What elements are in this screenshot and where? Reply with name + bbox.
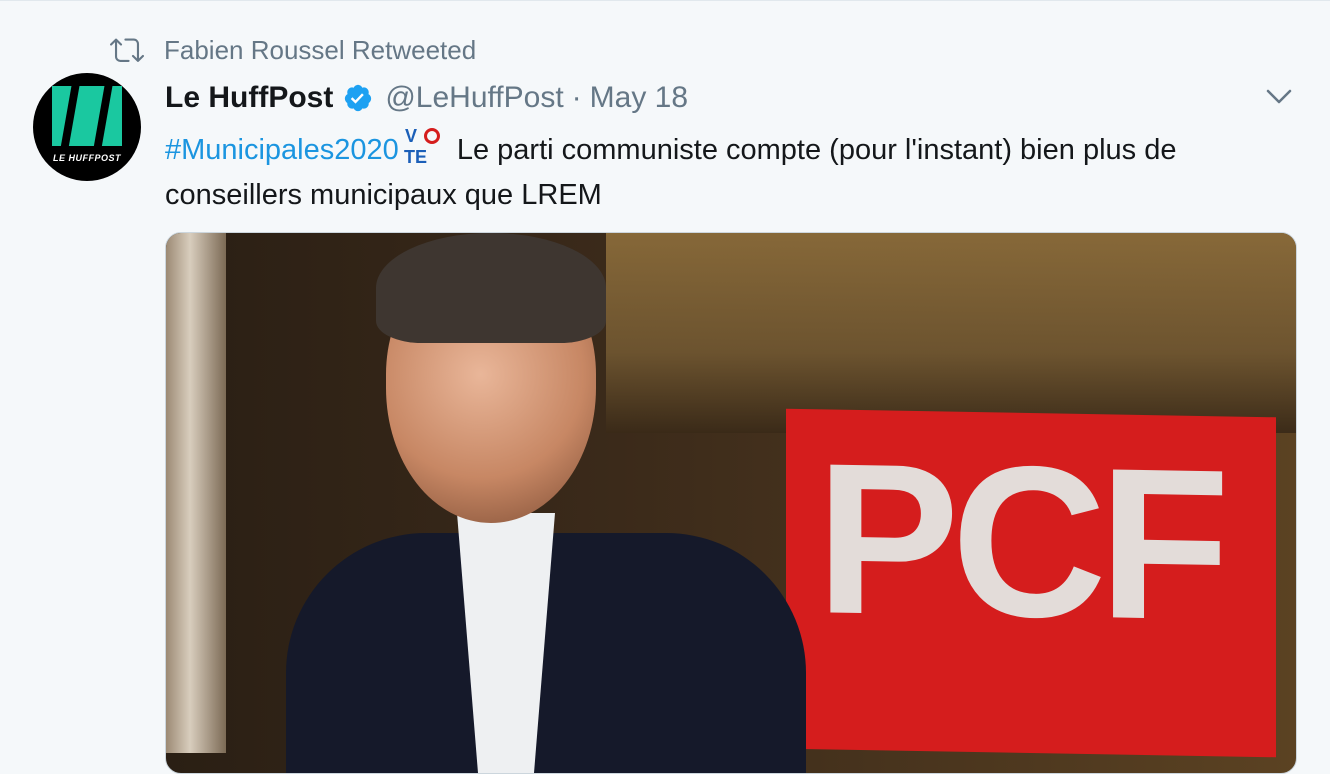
- chevron-down-icon[interactable]: [1264, 84, 1294, 110]
- photo-background-wall: [606, 233, 1296, 433]
- avatar[interactable]: LE HUFFPOST: [33, 73, 141, 181]
- verified-badge-icon: [345, 84, 372, 112]
- svg-text:TE: TE: [404, 147, 427, 165]
- photo-column: [166, 233, 226, 753]
- photo-person-hair: [376, 233, 606, 343]
- header-separator: ·: [571, 81, 582, 114]
- tweet-date[interactable]: May 18: [590, 81, 688, 115]
- banner-text: PCF: [816, 417, 1222, 666]
- vote-box-icon: V TE: [404, 126, 440, 165]
- author-handle[interactable]: @LeHuffPost: [385, 81, 563, 115]
- photo-banner: PCF: [786, 408, 1276, 758]
- avatar-wordmark: LE HUFFPOST: [53, 153, 121, 163]
- retweet-label[interactable]: Fabien Roussel Retweeted: [164, 35, 476, 66]
- retweet-context: Fabien Roussel Retweeted: [110, 30, 476, 70]
- retweet-icon: [110, 38, 144, 62]
- author-name[interactable]: Le HuffPost: [165, 81, 333, 115]
- tweet-header: Le HuffPost @LeHuffPost · May 18: [165, 78, 688, 118]
- svg-text:V: V: [405, 126, 417, 146]
- divider: [0, 0, 1330, 1]
- tweet-media-photo[interactable]: PCF: [165, 232, 1297, 774]
- tweet-text: #Municipales2020 V TE Le parti communist…: [165, 125, 1315, 218]
- hashtag-link[interactable]: #Municipales2020: [165, 134, 399, 166]
